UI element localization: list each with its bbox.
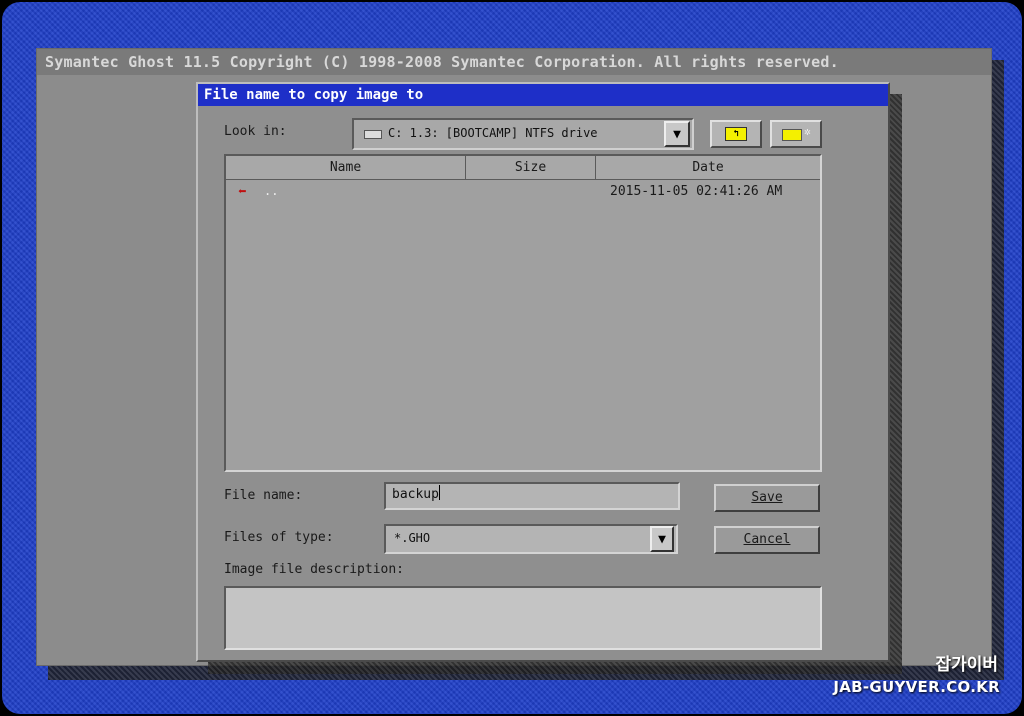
list-item-name: .. [264,184,279,198]
folder-up-icon: ↰ [725,127,747,141]
drive-icon [364,130,382,139]
list-item-date: 2015-11-05 02:41:26 AM [610,184,783,199]
save-image-dialog: File name to copy image to Look in: C: 1… [196,82,890,662]
look-in-chevron-down-icon[interactable]: ▼ [664,121,690,147]
look-in-dropdown[interactable]: C: 1.3: [BOOTCAMP] NTFS drive ▼ [352,118,694,150]
image-description-label: Image file description: [224,562,405,577]
column-header-date[interactable]: Date [596,156,820,180]
new-folder-icon [782,129,802,141]
file-list[interactable]: Name Size Date ⬅ .. 2015-11-05 02:41:26 … [224,154,822,472]
watermark-korean: 잡가이버 [935,655,998,675]
file-name-input[interactable]: backup [384,482,680,510]
look-in-label: Look in: [224,124,287,139]
file-name-label: File name: [224,488,303,503]
list-item[interactable]: ⬅ .. 2015-11-05 02:41:26 AM [226,182,820,202]
column-header-name[interactable]: Name [226,156,466,180]
new-folder-button[interactable]: ✲ [770,120,822,148]
file-name-value: backup [392,487,439,502]
cancel-button[interactable]: Cancel [714,526,820,554]
column-header-size[interactable]: Size [466,156,596,180]
parent-folder-arrow-icon: ⬅ [238,184,247,200]
files-of-type-value: *.GHO [394,531,431,545]
look-in-value: C: 1.3: [BOOTCAMP] NTFS drive [388,126,598,140]
files-of-type-label: Files of type: [224,530,334,545]
desktop-background: Symantec Ghost 11.5 Copyright (C) 1998-2… [2,2,1022,714]
files-of-type-chevron-down-icon[interactable]: ▼ [650,526,674,552]
watermark-domain: JAB-GUYVER.CO.KR [833,678,1000,696]
dialog-title: File name to copy image to [198,84,888,106]
text-caret [438,485,440,500]
files-of-type-dropdown[interactable]: *.GHO ▼ [384,524,678,554]
save-button[interactable]: Save [714,484,820,512]
app-title-bar: Symantec Ghost 11.5 Copyright (C) 1998-2… [37,49,991,75]
up-folder-button[interactable]: ↰ [710,120,762,148]
image-description-textarea[interactable] [224,586,822,650]
sparkle-icon: ✲ [804,125,811,138]
